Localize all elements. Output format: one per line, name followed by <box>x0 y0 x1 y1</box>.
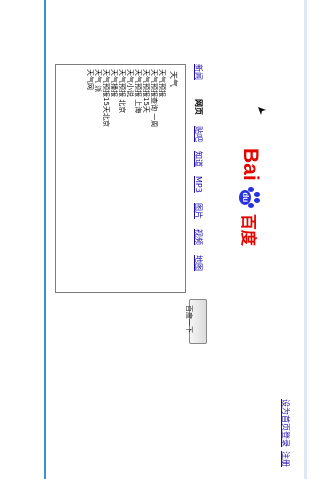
nav-zhidao[interactable]: 知道 <box>192 151 211 167</box>
nav-web[interactable]: 网页 <box>192 99 211 115</box>
footer-set-homepage[interactable]: 设为首页 <box>279 399 298 431</box>
baidu-logo: Bai du 百度 <box>239 148 262 246</box>
footer-register[interactable]: 注册 <box>279 451 298 467</box>
nav-tieba[interactable]: 贴吧 <box>192 126 211 142</box>
nav-images[interactable]: 图片 <box>192 203 211 219</box>
accent-bar <box>44 0 46 479</box>
search-button[interactable]: 百度一下 <box>185 299 207 344</box>
search-button-label: 百度一下 <box>185 305 193 333</box>
nav-news[interactable]: 新闻 <box>192 64 211 80</box>
paw-icon: du <box>239 186 261 209</box>
nav-map[interactable]: 地图 <box>192 255 211 271</box>
window-border <box>304 0 307 479</box>
mouse-cursor-icon <box>258 107 266 115</box>
suggestion-item[interactable]: 天气网 <box>84 69 103 90</box>
footer-login[interactable]: 登录 <box>279 431 298 447</box>
search-suggestion-dropdown[interactable]: 天气 天气预报 天气预报查询 一周 天气预报15天 天气预报 上海 天气小说 天… <box>55 64 186 293</box>
nav-mp3[interactable]: MP3 <box>192 176 211 193</box>
nav-video[interactable]: 视频 <box>192 229 211 245</box>
